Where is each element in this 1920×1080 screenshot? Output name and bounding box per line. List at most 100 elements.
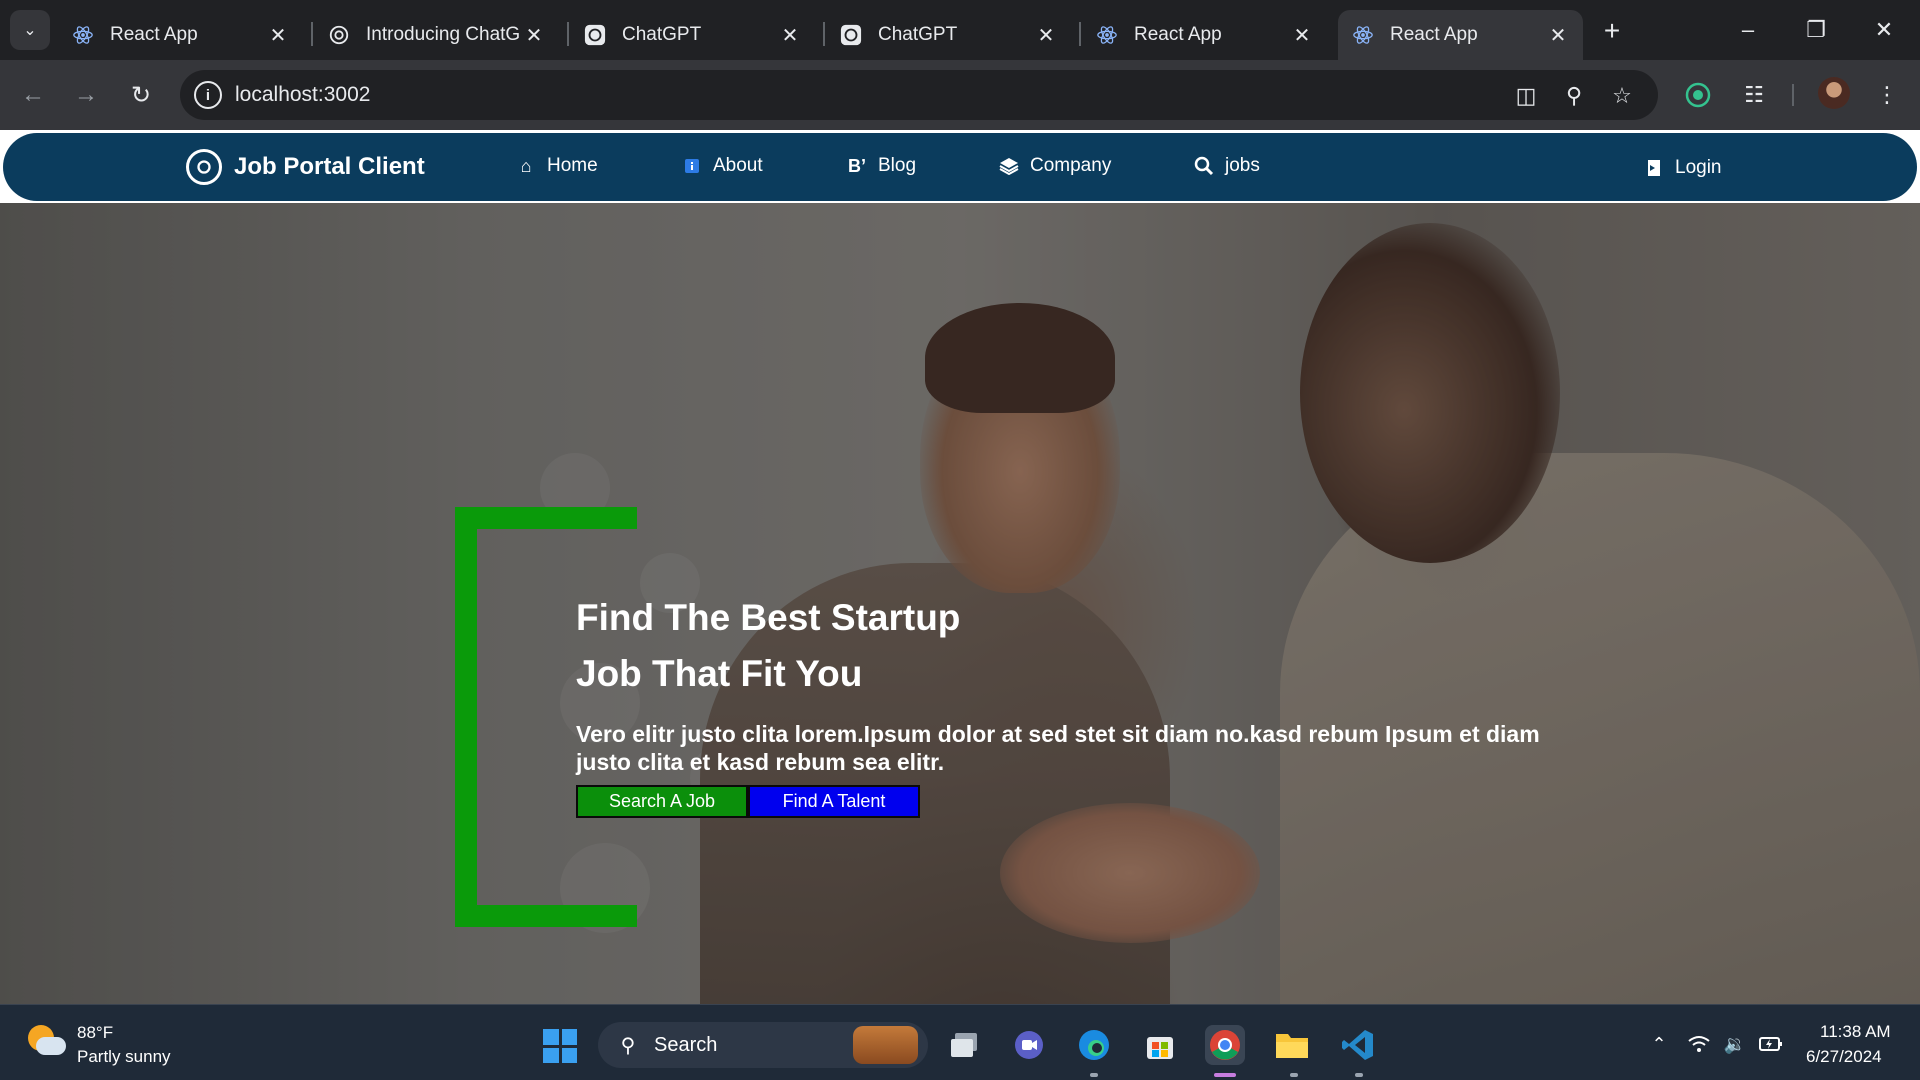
nav-label: Home — [547, 155, 598, 176]
hero-title-line: Find The Best Startup — [576, 597, 961, 638]
browser-tab[interactable]: React App ✕ — [58, 10, 303, 60]
site-navbar: Job Portal Client ⌂ Home About B’ Blog C… — [3, 133, 1917, 201]
install-app-icon[interactable]: ◫ — [1512, 82, 1540, 110]
tab-divider — [567, 22, 569, 46]
microsoft-store-icon[interactable] — [1140, 1025, 1180, 1065]
site-info-icon[interactable]: i — [194, 81, 222, 109]
tab-divider — [823, 22, 825, 46]
brand-link[interactable]: Job Portal Client — [186, 149, 425, 185]
find-talent-button[interactable]: Find A Talent — [748, 785, 920, 818]
tab-title: React App — [1134, 24, 1222, 45]
back-button[interactable]: ← — [14, 76, 52, 114]
clock-date[interactable]: 6/27/2024 — [1806, 1047, 1882, 1067]
chevron-down-icon: ⌄ — [23, 22, 37, 39]
nav-about[interactable]: About — [681, 155, 763, 177]
avatar[interactable] — [1818, 77, 1850, 109]
reload-button[interactable]: ↻ — [122, 76, 160, 114]
browser-tab[interactable]: Introducing ChatG ✕ — [314, 10, 559, 60]
weather-temperature[interactable]: 88°F — [77, 1023, 113, 1043]
close-icon[interactable]: ✕ — [521, 22, 547, 48]
info-icon — [681, 155, 703, 177]
openai-icon — [328, 24, 350, 46]
hero-description: Vero elitr justo clita lorem.Ipsum dolor… — [576, 721, 1540, 775]
browser-tab-strip: ⌄ React App ✕ Introducing ChatG ✕ ChatGP… — [0, 0, 1920, 61]
tab-search-button[interactable]: ⌄ — [10, 10, 50, 50]
forward-button[interactable]: → — [67, 76, 105, 114]
nav-company[interactable]: Company — [998, 155, 1111, 177]
wifi-icon[interactable] — [1686, 1031, 1712, 1057]
browser-tab[interactable]: React App ✕ — [1082, 10, 1327, 60]
weather-description[interactable]: Partly sunny — [77, 1047, 171, 1067]
taskbar-search-label: Search — [654, 1034, 718, 1056]
tab-divider — [1079, 22, 1081, 46]
teams-meet-icon[interactable] — [1009, 1025, 1049, 1065]
decorative-bracket — [455, 507, 637, 927]
close-icon[interactable]: ✕ — [265, 22, 291, 48]
running-indicator-active — [1214, 1073, 1236, 1077]
tab-title: ChatGPT — [878, 24, 958, 45]
taskbar-search[interactable]: ⚲ Search — [598, 1022, 928, 1068]
tab-title: React App — [110, 24, 198, 45]
login-label: Login — [1675, 157, 1722, 178]
close-icon[interactable]: ✕ — [1033, 22, 1059, 48]
page-viewport: Job Portal Client ⌂ Home About B’ Blog C… — [0, 130, 1920, 1004]
volume-icon[interactable]: 🔉 — [1722, 1031, 1748, 1057]
home-icon: ⌂ — [520, 155, 532, 176]
close-icon[interactable]: ✕ — [1289, 22, 1315, 48]
clock-time[interactable]: 11:38 AM — [1820, 1022, 1891, 1042]
bookmark-star-icon[interactable]: ☆ — [1608, 82, 1636, 110]
windows-taskbar: 88°F Partly sunny ⚲ Search ⌃ 🔉 11:38 AM … — [0, 1004, 1920, 1080]
nav-blog[interactable]: B’ Blog — [846, 155, 916, 177]
react-icon — [1352, 24, 1374, 46]
login-link[interactable]: Login — [1643, 157, 1722, 179]
openai-logo-icon — [186, 149, 222, 185]
browser-toolbar: ← → ↻ i localhost:3002 ◫ ⚲ ☆ ☷ ⋮ — [0, 60, 1920, 130]
close-icon[interactable]: ✕ — [1545, 22, 1571, 48]
react-icon — [72, 24, 94, 46]
nav-label: jobs — [1225, 155, 1260, 176]
windows-start-icon[interactable] — [543, 1029, 577, 1063]
partly-sunny-icon[interactable] — [28, 1025, 66, 1061]
vscode-icon[interactable] — [1338, 1025, 1378, 1065]
address-bar[interactable]: i localhost:3002 ◫ ⚲ ☆ — [180, 70, 1658, 120]
search-highlight-image — [853, 1026, 918, 1064]
nav-label: Blog — [878, 155, 917, 176]
extensions-puzzle-icon[interactable]: ☷ — [1736, 77, 1772, 113]
chrome-browser-icon[interactable] — [1205, 1025, 1245, 1065]
tab-title: ChatGPT — [622, 24, 702, 45]
hero-title: Find The Best Startup Job That Fit You — [576, 590, 1176, 702]
nav-label: About — [713, 155, 763, 176]
url-text[interactable]: localhost:3002 — [235, 83, 370, 107]
extension-target-icon[interactable] — [1680, 77, 1716, 113]
tab-title: Introducing ChatG — [366, 24, 521, 45]
plus-icon: + — [1603, 15, 1621, 46]
search-job-button[interactable]: Search A Job — [576, 785, 748, 818]
nav-jobs[interactable]: jobs — [1193, 155, 1260, 177]
reload-icon: ↻ — [130, 81, 152, 109]
nav-home[interactable]: ⌂ Home — [515, 155, 598, 177]
running-indicator — [1090, 1073, 1098, 1077]
zoom-icon[interactable]: ⚲ — [1560, 82, 1588, 110]
chevron-up-icon[interactable]: ⌃ — [1646, 1031, 1672, 1057]
openai-icon — [840, 24, 862, 46]
tab-divider — [311, 22, 313, 46]
hero-title-line: Job That Fit You — [576, 653, 863, 694]
browser-tab[interactable]: ChatGPT ✕ — [826, 10, 1071, 60]
new-tab-button[interactable]: + — [1597, 15, 1627, 46]
browser-tab-active[interactable]: React App ✕ — [1338, 10, 1583, 60]
restore-icon: ❐ — [1806, 17, 1826, 42]
battery-charging-icon[interactable] — [1758, 1031, 1784, 1057]
tab-title: React App — [1390, 24, 1478, 45]
more-menu-icon[interactable]: ⋮ — [1869, 77, 1905, 113]
restore-button[interactable]: ❐ — [1796, 12, 1836, 48]
close-icon[interactable]: ✕ — [777, 22, 803, 48]
edge-browser-icon[interactable] — [1074, 1025, 1114, 1065]
task-view-icon[interactable] — [945, 1025, 985, 1065]
browser-tab[interactable]: ChatGPT ✕ — [570, 10, 815, 60]
file-explorer-icon[interactable] — [1272, 1025, 1312, 1065]
close-window-button[interactable]: ✕ — [1864, 12, 1904, 48]
minimize-button[interactable]: – — [1728, 12, 1768, 48]
toolbar-divider — [1792, 84, 1794, 106]
search-icon: ⚲ — [620, 1034, 636, 1057]
running-indicator — [1290, 1073, 1298, 1077]
